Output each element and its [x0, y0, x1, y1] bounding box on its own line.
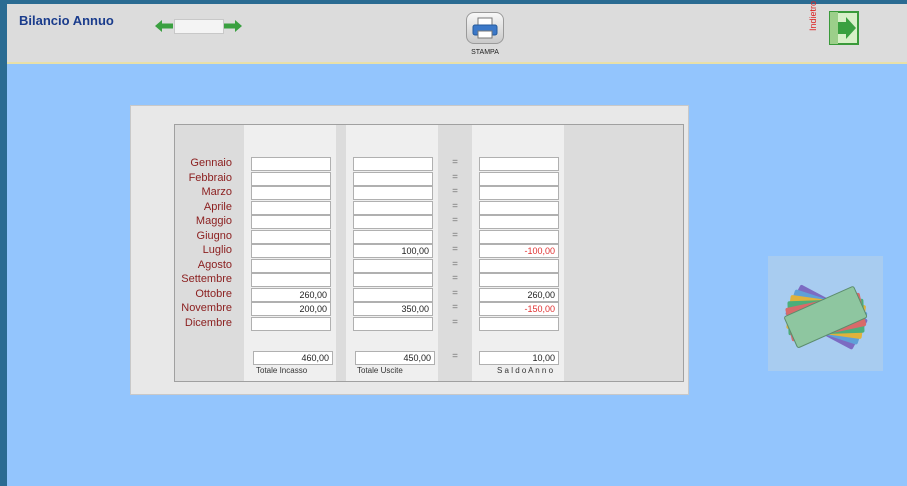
- saldo-field: [479, 230, 559, 244]
- euro-banknotes-image: [768, 256, 883, 371]
- month-label: Ottobre: [195, 288, 232, 300]
- incasso-field[interactable]: [251, 215, 331, 229]
- saldo-anno-field: 10,00: [479, 351, 559, 365]
- incasso-field[interactable]: [251, 230, 331, 244]
- month-label: Luglio: [202, 244, 232, 256]
- month-label: Agosto: [197, 259, 232, 271]
- incasso-field[interactable]: [251, 186, 331, 200]
- incasso-field[interactable]: 260,00: [251, 288, 331, 302]
- saldo-field: [479, 317, 559, 331]
- equals-sign: =: [452, 215, 458, 226]
- uscite-field[interactable]: [353, 215, 433, 229]
- incasso-field[interactable]: [251, 244, 331, 258]
- incasso-field[interactable]: [251, 157, 331, 171]
- equals-sign: =: [452, 288, 458, 299]
- month-label: Aprile: [203, 201, 232, 213]
- record-navigator-field[interactable]: [174, 19, 224, 34]
- incasso-field[interactable]: [251, 172, 331, 186]
- saldo-field: -100,00: [479, 244, 559, 258]
- uscite-field[interactable]: [353, 288, 433, 302]
- saldo-field: [479, 201, 559, 215]
- equals-sign: =: [452, 273, 458, 284]
- equals-sign: =: [452, 172, 458, 183]
- month-label: Giugno: [196, 230, 232, 242]
- uscite-field[interactable]: [353, 230, 433, 244]
- incasso-field[interactable]: [251, 201, 331, 215]
- equals-sign: =: [452, 351, 458, 362]
- uscite-field[interactable]: [353, 186, 433, 200]
- equals-sign: =: [452, 230, 458, 241]
- window-frame-left: [0, 0, 7, 486]
- uscite-field[interactable]: [353, 172, 433, 186]
- total-uscite-label: Totale Uscite: [357, 366, 403, 375]
- equals-sign: =: [452, 302, 458, 313]
- equals-sign: =: [452, 244, 458, 255]
- equals-sign: =: [452, 157, 458, 168]
- month-label: Febbraio: [188, 172, 232, 184]
- equals-sign: =: [452, 186, 458, 197]
- month-label: Marzo: [201, 186, 232, 198]
- month-label: Settembre: [181, 273, 232, 285]
- month-label: Dicembre: [184, 317, 232, 329]
- saldo-anno-label: S a l d o A n n o: [497, 366, 554, 375]
- saldo-field: [479, 215, 559, 229]
- month-label: Novembre: [181, 302, 232, 314]
- equals-sign: =: [452, 259, 458, 270]
- uscite-field[interactable]: 100,00: [353, 244, 433, 258]
- header-bar: [7, 4, 907, 64]
- total-incasso-label: Totale Incasso: [256, 366, 308, 375]
- uscite-field[interactable]: [353, 201, 433, 215]
- print-label: STAMPA: [471, 49, 499, 56]
- equals-sign: =: [452, 317, 458, 328]
- uscite-field[interactable]: 350,00: [353, 302, 433, 316]
- printer-icon: [472, 17, 498, 39]
- saldo-field: [479, 273, 559, 287]
- arrow-left-icon[interactable]: [155, 20, 173, 32]
- incasso-field[interactable]: [251, 273, 331, 287]
- exit-door-icon[interactable]: [812, 10, 860, 46]
- uscite-field[interactable]: [353, 317, 433, 331]
- saldo-field: 260,00: [479, 288, 559, 302]
- page-title: Bilancio Annuo: [19, 13, 114, 28]
- uscite-field[interactable]: [353, 259, 433, 273]
- uscite-field[interactable]: [353, 157, 433, 171]
- month-label: Gennaio: [190, 157, 232, 169]
- total-incasso-field: 460,00: [253, 351, 333, 365]
- exit-label: Indietro: [808, 0, 818, 31]
- saldo-field: [479, 157, 559, 171]
- banknotes-icon: [784, 284, 868, 350]
- month-label: Maggio: [195, 215, 232, 227]
- arrow-right-icon[interactable]: [224, 20, 242, 32]
- saldo-field: [479, 186, 559, 200]
- saldo-field: -150,00: [479, 302, 559, 316]
- saldo-field: [479, 172, 559, 186]
- incasso-field[interactable]: [251, 317, 331, 331]
- uscite-field[interactable]: [353, 273, 433, 287]
- incasso-field[interactable]: 200,00: [251, 302, 331, 316]
- print-button[interactable]: [466, 12, 504, 44]
- saldo-field: [479, 259, 559, 273]
- equals-sign: =: [452, 201, 458, 212]
- incasso-field[interactable]: [251, 259, 331, 273]
- total-uscite-field: 450,00: [355, 351, 435, 365]
